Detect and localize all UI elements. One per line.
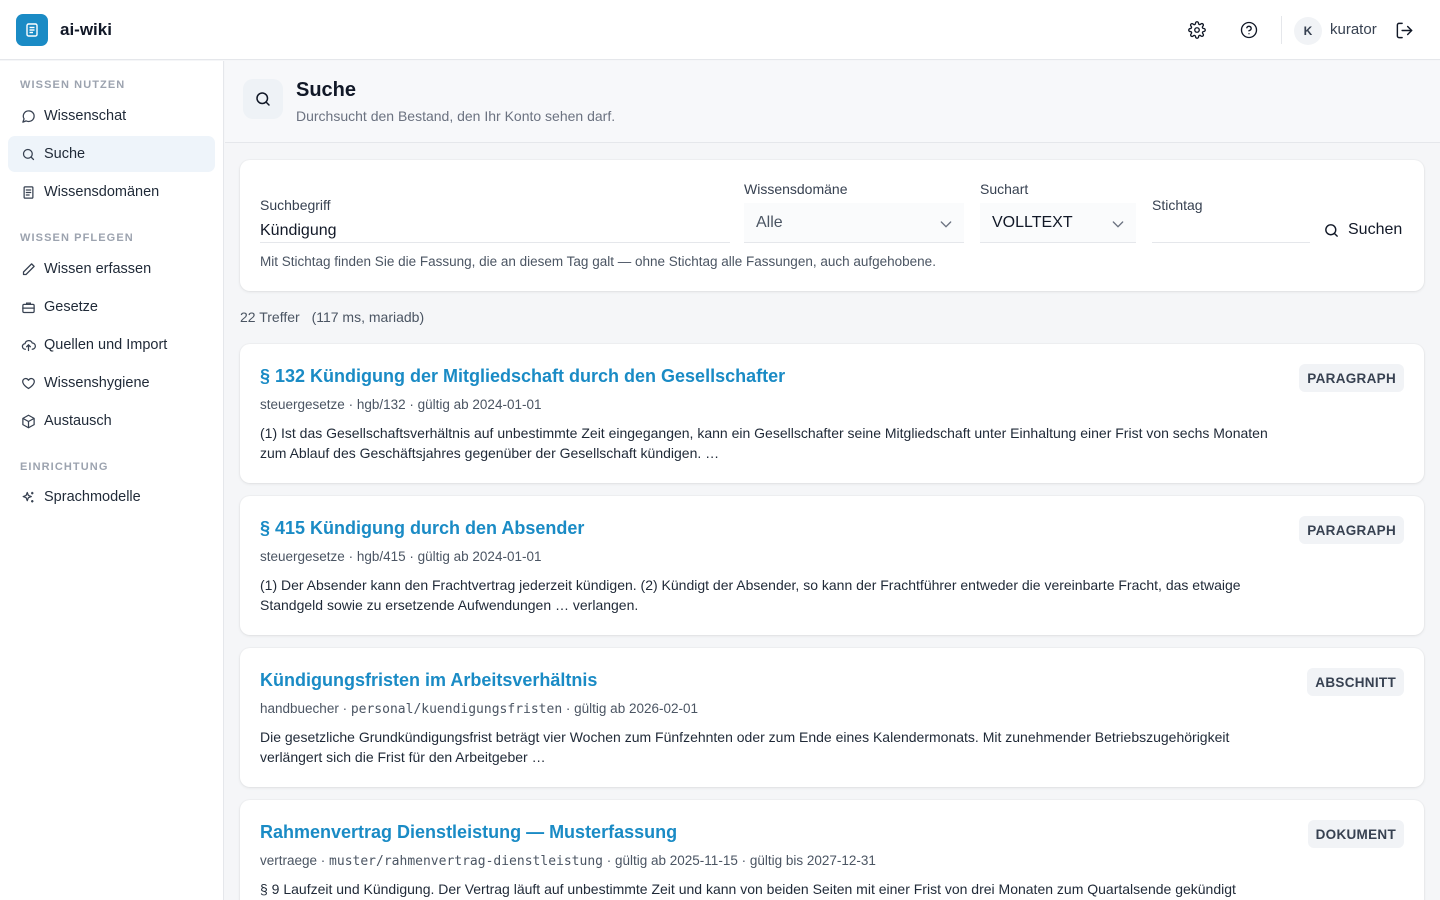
briefcase-icon (20, 299, 36, 315)
result-path: muster/rahmenvertrag-dienstleistung (329, 854, 603, 869)
sidebar-item-sprachmodelle[interactable]: Sprachmodelle (8, 479, 215, 515)
result-snippet: Die gesetzliche Grundkündigungsfrist bet… (260, 729, 1230, 765)
result-validity: gültig ab 2024-01-01 (417, 397, 542, 412)
sidebar-section-wissen-nutzen: WISSEN NUTZEN (20, 79, 126, 91)
result-stats: 22 Treffer (117 ms, mariadb) (240, 309, 424, 325)
result-path: hgb/132 (356, 397, 406, 412)
help-icon[interactable] (1237, 18, 1261, 42)
chat-icon (20, 108, 36, 124)
settings-gear-icon[interactable] (1185, 18, 1209, 42)
result-type-badge: PARAGRAPH (1299, 364, 1404, 392)
sidebar-item-wissenschat[interactable]: Wissenschat (8, 98, 215, 134)
search-icon (1323, 222, 1340, 239)
pencil-icon (20, 261, 36, 277)
sidebar-item-quellen-und-import[interactable]: Quellen und Import (8, 327, 215, 363)
sidebar-item-label: Wissenshygiene (44, 375, 150, 391)
sidebar-item-label: Austausch (44, 413, 112, 429)
logout-icon[interactable] (1392, 18, 1416, 42)
book-icon (20, 184, 36, 200)
search-button[interactable]: Suchen (1323, 218, 1402, 242)
app-logo-icon[interactable] (16, 14, 48, 46)
result-meta: vertraege · muster/rahmenvertrag-dienstl… (260, 853, 876, 869)
domain-select[interactable]: Alle (744, 203, 964, 243)
sidebar-item-label: Suche (44, 146, 86, 162)
result-title-link[interactable]: Rahmenvertrag Dienstleistung — Musterfas… (260, 822, 677, 843)
result-card: Rahmenvertrag Dienstleistung — Musterfas… (240, 800, 1424, 900)
heart-icon (20, 375, 36, 391)
result-snippet: (1) Ist das Gesellschaftsverhältnis auf … (260, 425, 1268, 461)
main-content: Suche Durchsucht den Bestand, den Ihr Ko… (225, 61, 1440, 900)
username[interactable]: kurator (1330, 21, 1377, 38)
result-meta: steuergesetze · hgb/415 · gültig ab 2024… (260, 549, 542, 564)
search-icon (20, 146, 36, 162)
domain-select-value: Alle (756, 213, 783, 231)
sidebar-item-label: Quellen und Import (44, 337, 168, 353)
result-path: personal/kuendigungsfristen (350, 702, 563, 717)
page-title: Suche (296, 79, 357, 101)
sidebar: WISSEN NUTZEN Wissenschat Suche Wissensd… (0, 61, 224, 900)
app-title[interactable]: ai-wiki (60, 20, 112, 40)
domain-label: Wissensdomäne (744, 181, 848, 197)
stichtag-hint: Mit Stichtag finden Sie die Fassung, die… (260, 254, 936, 269)
result-validity: gültig ab 2026-02-01 (574, 701, 699, 716)
chevron-down-icon (1110, 216, 1126, 237)
sidebar-item-label: Wissenschat (44, 108, 127, 124)
result-validity: gültig ab 2025-11-15 · gültig bis 2027-1… (614, 853, 876, 868)
sidebar-section-wissen-pflegen: WISSEN PFLEGEN (20, 232, 134, 244)
result-meta: handbuecher · personal/kuendigungsfriste… (260, 701, 699, 717)
top-bar: ai-wiki K kurator (0, 0, 1440, 60)
sidebar-item-wissen-erfassen[interactable]: Wissen erfassen (8, 251, 215, 287)
date-label: Stichtag (1152, 197, 1203, 213)
sidebar-item-label: Wissensdomänen (44, 184, 160, 200)
package-icon (20, 413, 36, 429)
result-title-link[interactable]: § 132 Kündigung der Mitgliedschaft durch… (260, 366, 785, 387)
sidebar-item-label: Wissen erfassen (44, 261, 152, 277)
cloud-upload-icon (20, 337, 36, 353)
date-field[interactable] (1152, 219, 1310, 243)
sidebar-item-wissenshygiene[interactable]: Wissenshygiene (8, 365, 215, 401)
result-domain: vertraege (260, 853, 318, 868)
result-type-badge: PARAGRAPH (1299, 516, 1404, 544)
result-timing: (117 ms, mariadb) (311, 309, 425, 325)
result-snippet: (1) Der Absender kann den Frachtvertrag … (260, 577, 1241, 613)
mode-label: Suchart (980, 181, 1029, 197)
page-header: Suche Durchsucht den Bestand, den Ihr Ko… (225, 61, 1440, 143)
mode-select-value: VOLLTEXT (992, 213, 1073, 231)
search-form: Suchbegriff Wissensdomäne Alle Suchart V… (240, 160, 1424, 291)
sidebar-item-gesetze[interactable]: Gesetze (8, 289, 215, 325)
result-title-link[interactable]: § 415 Kündigung durch den Absender (260, 518, 584, 539)
result-card: § 132 Kündigung der Mitgliedschaft durch… (240, 344, 1424, 483)
sidebar-item-wissensdomaenen[interactable]: Wissensdomänen (8, 174, 215, 210)
sparkles-icon (20, 489, 36, 505)
page-subtitle: Durchsucht den Bestand, den Ihr Konto se… (296, 108, 616, 124)
result-type-badge: DOKUMENT (1307, 820, 1404, 848)
result-domain: handbuecher (260, 701, 339, 716)
topbar-divider (1281, 16, 1282, 44)
avatar[interactable]: K (1294, 17, 1322, 45)
result-type-badge: ABSCHNITT (1307, 668, 1404, 696)
result-domain: steuergesetze (260, 397, 345, 412)
mode-select[interactable]: VOLLTEXT (980, 203, 1136, 243)
result-title-link[interactable]: Kündigungsfristen im Arbeitsverhältnis (260, 670, 597, 691)
query-label: Suchbegriff (260, 197, 331, 213)
result-card: § 415 Kündigung durch den Absender steue… (240, 496, 1424, 635)
result-domain: steuergesetze (260, 549, 345, 564)
result-validity: gültig ab 2024-01-01 (417, 549, 542, 564)
sidebar-item-label: Sprachmodelle (44, 489, 141, 505)
result-path: hgb/415 (356, 549, 406, 564)
query-field[interactable] (260, 219, 730, 243)
sidebar-item-suche[interactable]: Suche (8, 136, 215, 172)
result-count: 22 Treffer (240, 309, 300, 325)
date-input[interactable] (1152, 221, 1310, 240)
sidebar-item-label: Gesetze (44, 299, 98, 315)
result-card: Kündigungsfristen im Arbeitsverhältnis h… (240, 648, 1424, 787)
search-icon (243, 79, 283, 119)
result-snippet: § 9 Laufzeit und Kündigung. Der Vertrag … (260, 881, 1236, 897)
result-meta: steuergesetze · hgb/132 · gültig ab 2024… (260, 397, 542, 412)
search-button-label: Suchen (1348, 221, 1403, 238)
sidebar-item-austausch[interactable]: Austausch (8, 403, 215, 439)
sidebar-section-einrichtung: EINRICHTUNG (20, 461, 109, 473)
chevron-down-icon (938, 216, 954, 237)
search-input[interactable] (260, 221, 730, 240)
